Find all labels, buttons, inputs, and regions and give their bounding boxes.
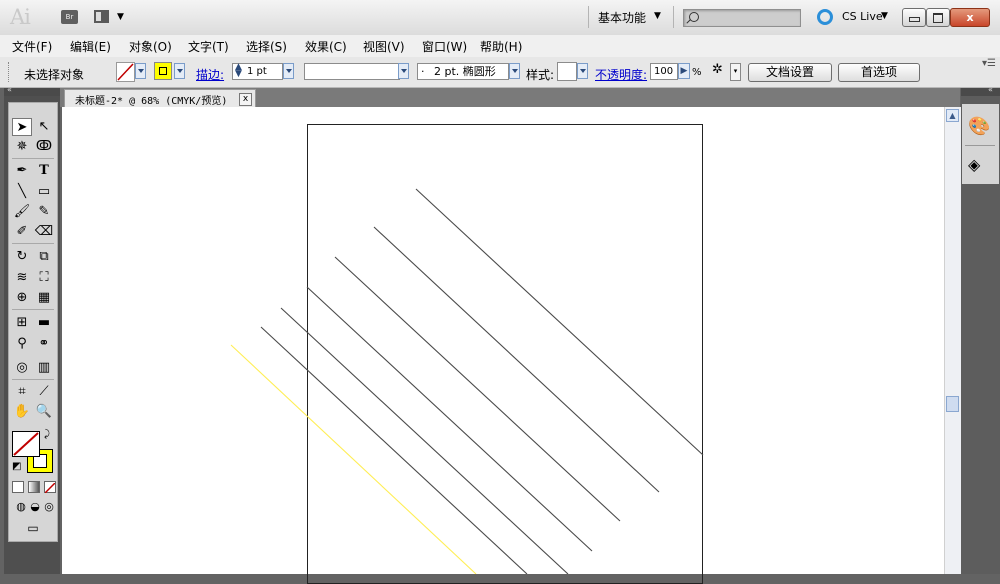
artwork-line [280,307,569,574]
artwork-line-yellow [230,344,477,574]
artwork-line [373,226,660,493]
artwork-line [260,326,528,574]
scroll-up-icon[interactable]: ▲ [946,109,959,122]
dock-divider [965,145,995,146]
layers-panel-icon[interactable]: ◈ [968,155,980,174]
artwork-line [306,286,593,552]
scrollbar-thumb[interactable] [946,396,959,412]
panel-menu-icon[interactable]: ▾☰ [982,58,996,69]
dock-panel-header[interactable]: « [961,85,1000,96]
vertical-scrollbar[interactable] [944,107,962,574]
artwork-line [415,188,704,456]
artwork-line [334,256,621,522]
artwork-layer [230,188,704,574]
color-panel-icon[interactable]: 🎨 [968,116,990,137]
close-button[interactable]: x [950,8,990,27]
collapse-icon[interactable]: « [988,85,993,94]
